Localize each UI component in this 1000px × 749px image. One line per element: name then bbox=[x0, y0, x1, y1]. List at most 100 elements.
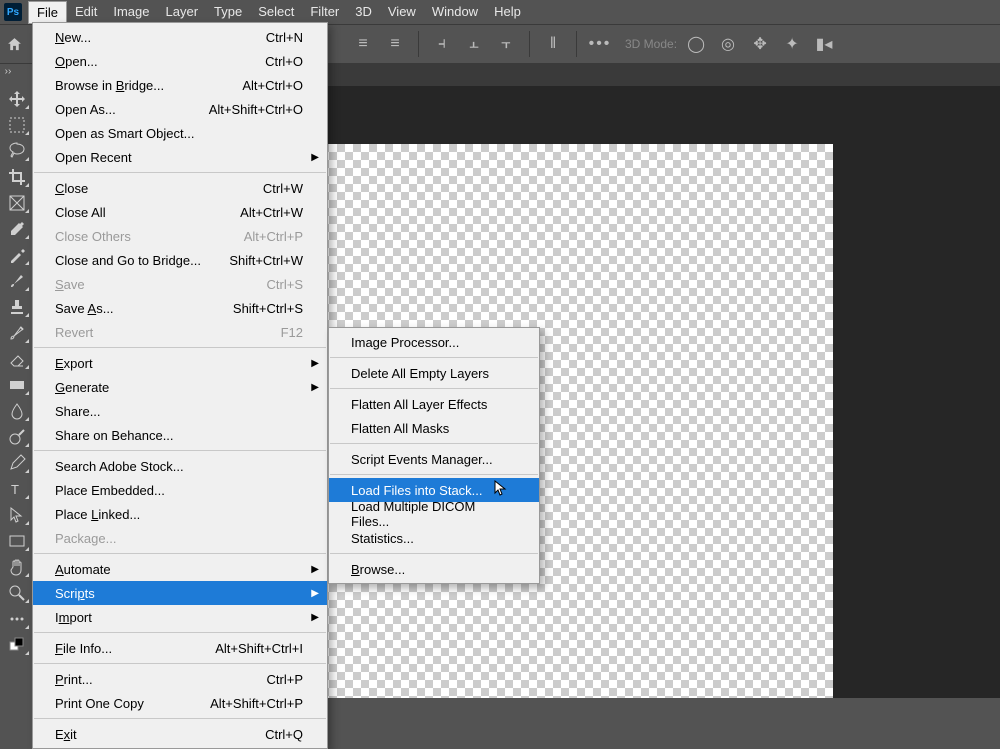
menu-item-load-multiple-dicom-files[interactable]: Load Multiple DICOM Files... bbox=[329, 502, 539, 526]
menu-item-statistics[interactable]: Statistics... bbox=[329, 526, 539, 550]
menubar-file[interactable]: File bbox=[28, 1, 67, 24]
menubar-help[interactable]: Help bbox=[486, 1, 529, 24]
distribute-icon[interactable]: ⫠ bbox=[461, 31, 487, 57]
menu-item-open[interactable]: Open...Ctrl+O bbox=[33, 49, 327, 73]
menu-item-close[interactable]: CloseCtrl+W bbox=[33, 176, 327, 200]
menu-item-new[interactable]: New...Ctrl+N bbox=[33, 25, 327, 49]
tool-path-select[interactable] bbox=[3, 503, 31, 527]
submenu-arrow-icon: ▶ bbox=[311, 612, 319, 623]
menubar-filter[interactable]: Filter bbox=[302, 1, 347, 24]
menu-item-save-as[interactable]: Save As...Shift+Ctrl+S bbox=[33, 296, 327, 320]
expand-handle[interactable]: ›› bbox=[0, 64, 16, 78]
menu-item-import[interactable]: Import▶ bbox=[33, 605, 327, 629]
menu-item-file-info[interactable]: File Info...Alt+Shift+Ctrl+I bbox=[33, 636, 327, 660]
tool-zoom[interactable] bbox=[3, 581, 31, 605]
menu-item-browse[interactable]: Browse... bbox=[329, 557, 539, 581]
tool-marquee[interactable] bbox=[3, 113, 31, 137]
menu-item-label: Package... bbox=[55, 531, 303, 546]
tool-eraser[interactable] bbox=[3, 347, 31, 371]
menu-shortcut: Ctrl+N bbox=[266, 30, 303, 45]
menu-item-delete-all-empty-layers[interactable]: Delete All Empty Layers bbox=[329, 361, 539, 385]
menu-item-print-one-copy[interactable]: Print One CopyAlt+Shift+Ctrl+P bbox=[33, 691, 327, 715]
submenu-arrow-icon: ▶ bbox=[311, 382, 319, 393]
menu-item-share[interactable]: Share... bbox=[33, 399, 327, 423]
menu-item-close-all[interactable]: Close AllAlt+Ctrl+W bbox=[33, 200, 327, 224]
menu-item-label: Browse in Bridge... bbox=[55, 78, 242, 93]
move3d-icon[interactable]: ✥ bbox=[747, 31, 773, 57]
orbit-icon[interactable]: ◯ bbox=[683, 31, 709, 57]
orbit-icon[interactable]: ◎ bbox=[715, 31, 741, 57]
tool-eyedropper[interactable] bbox=[3, 217, 31, 241]
menubar-image[interactable]: Image bbox=[105, 1, 157, 24]
tool-more[interactable] bbox=[3, 607, 31, 631]
tool-blur[interactable] bbox=[3, 399, 31, 423]
tool-color-swap[interactable] bbox=[3, 633, 31, 657]
menu-item-image-processor[interactable]: Image Processor... bbox=[329, 330, 539, 354]
menu-separator bbox=[330, 474, 538, 475]
tool-rectangle[interactable] bbox=[3, 529, 31, 553]
tool-lasso[interactable] bbox=[3, 139, 31, 163]
menu-item-export[interactable]: Export▶ bbox=[33, 351, 327, 375]
tool-move[interactable] bbox=[3, 87, 31, 111]
menu-item-label: Save As... bbox=[55, 301, 233, 316]
menu-item-search-adobe-stock[interactable]: Search Adobe Stock... bbox=[33, 454, 327, 478]
distribute-icon[interactable]: ⫟ bbox=[493, 31, 519, 57]
menu-item-label: Load Multiple DICOM Files... bbox=[351, 499, 515, 529]
menu-item-print[interactable]: Print...Ctrl+P bbox=[33, 667, 327, 691]
align-icon[interactable]: ≡ bbox=[382, 31, 408, 57]
menu-item-label: Close bbox=[55, 181, 263, 196]
tool-hand[interactable] bbox=[3, 555, 31, 579]
menu-item-label: Save bbox=[55, 277, 267, 292]
menu-item-label: Close Others bbox=[55, 229, 244, 244]
menubar-layer[interactable]: Layer bbox=[158, 1, 207, 24]
menu-item-open-as-smart-object[interactable]: Open as Smart Object... bbox=[33, 121, 327, 145]
menu-item-automate[interactable]: Automate▶ bbox=[33, 557, 327, 581]
menu-item-flatten-all-masks[interactable]: Flatten All Masks bbox=[329, 416, 539, 440]
overflow-icon[interactable]: ••• bbox=[587, 31, 613, 57]
menu-item-scripts[interactable]: Scripts▶ bbox=[33, 581, 327, 605]
menu-item-label: New... bbox=[55, 30, 266, 45]
tool-brush-heal[interactable] bbox=[3, 243, 31, 267]
menu-item-flatten-all-layer-effects[interactable]: Flatten All Layer Effects bbox=[329, 392, 539, 416]
align-icon[interactable]: ≡ bbox=[350, 31, 376, 57]
tool-frame[interactable] bbox=[3, 191, 31, 215]
camera-icon[interactable]: ▮◂ bbox=[811, 31, 837, 57]
tool-history-brush[interactable] bbox=[3, 321, 31, 345]
distribute-icon[interactable]: ⫞ bbox=[429, 31, 455, 57]
svg-text:T: T bbox=[11, 482, 19, 497]
tool-dodge[interactable] bbox=[3, 425, 31, 449]
menu-item-exit[interactable]: ExitCtrl+Q bbox=[33, 722, 327, 746]
tool-pen[interactable] bbox=[3, 451, 31, 475]
menu-item-place-linked[interactable]: Place Linked... bbox=[33, 502, 327, 526]
menu-item-close-and-go-to-bridge[interactable]: Close and Go to Bridge...Shift+Ctrl+W bbox=[33, 248, 327, 272]
tool-gradient[interactable] bbox=[3, 373, 31, 397]
tool-crop[interactable] bbox=[3, 165, 31, 189]
menu-shortcut: Ctrl+W bbox=[263, 181, 303, 196]
menu-item-share-on-behance[interactable]: Share on Behance... bbox=[33, 423, 327, 447]
menu-shortcut: Alt+Shift+Ctrl+O bbox=[209, 102, 303, 117]
menubar-window[interactable]: Window bbox=[424, 1, 486, 24]
menubar-view[interactable]: View bbox=[380, 1, 424, 24]
menubar-select[interactable]: Select bbox=[250, 1, 302, 24]
distribute-icon[interactable]: ‖ bbox=[540, 31, 566, 57]
menu-item-open-as[interactable]: Open As...Alt+Shift+Ctrl+O bbox=[33, 97, 327, 121]
tool-brush[interactable] bbox=[3, 269, 31, 293]
menubar-edit[interactable]: Edit bbox=[67, 1, 105, 24]
menu-item-place-embedded[interactable]: Place Embedded... bbox=[33, 478, 327, 502]
scale3d-icon[interactable]: ✦ bbox=[779, 31, 805, 57]
home-icon[interactable] bbox=[6, 30, 34, 58]
menu-item-label: Open as Smart Object... bbox=[55, 126, 303, 141]
tool-stamp[interactable] bbox=[3, 295, 31, 319]
menu-item-close-others: Close OthersAlt+Ctrl+P bbox=[33, 224, 327, 248]
menu-item-script-events-manager[interactable]: Script Events Manager... bbox=[329, 447, 539, 471]
menubar-type[interactable]: Type bbox=[206, 1, 250, 24]
menu-item-label: Scripts bbox=[55, 586, 303, 601]
menu-item-browse-in-bridge[interactable]: Browse in Bridge...Alt+Ctrl+O bbox=[33, 73, 327, 97]
menu-separator bbox=[34, 553, 326, 554]
menu-item-generate[interactable]: Generate▶ bbox=[33, 375, 327, 399]
tool-type[interactable]: T bbox=[3, 477, 31, 501]
menu-item-open-recent[interactable]: Open Recent▶ bbox=[33, 145, 327, 169]
menu-item-label: Flatten All Layer Effects bbox=[351, 397, 515, 412]
menubar-3d[interactable]: 3D bbox=[347, 1, 380, 24]
menu-separator bbox=[34, 632, 326, 633]
